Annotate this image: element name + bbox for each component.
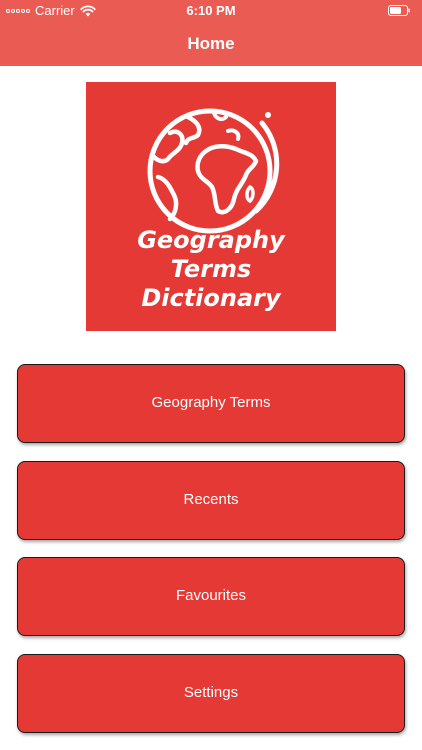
battery-icon — [388, 5, 410, 16]
nav-bar: Home — [0, 22, 422, 66]
logo-line-3: Dictionary — [141, 284, 281, 312]
geography-terms-label: Geography Terms — [151, 394, 271, 411]
logo-title: Geography Terms Dictionary — [86, 226, 336, 313]
settings-button[interactable]: Settings — [17, 654, 405, 733]
settings-label: Settings — [183, 684, 239, 701]
recents-label: Recents — [183, 491, 239, 508]
geography-terms-button[interactable]: Geography Terms — [17, 364, 405, 443]
logo-line-1: Geography — [137, 226, 285, 254]
status-time: 6:10 PM — [186, 3, 236, 18]
globe-icon — [147, 108, 280, 234]
favourites-label: Favourites — [175, 587, 247, 604]
page-title: Home — [187, 34, 235, 53]
logo-line-2: Terms — [170, 255, 252, 283]
app-logo: Geography Terms Dictionary — [86, 82, 336, 331]
favourites-button[interactable]: Favourites — [17, 557, 405, 636]
status-bar: Carrier 6:10 PM — [0, 0, 422, 22]
recents-button[interactable]: Recents — [17, 461, 405, 540]
